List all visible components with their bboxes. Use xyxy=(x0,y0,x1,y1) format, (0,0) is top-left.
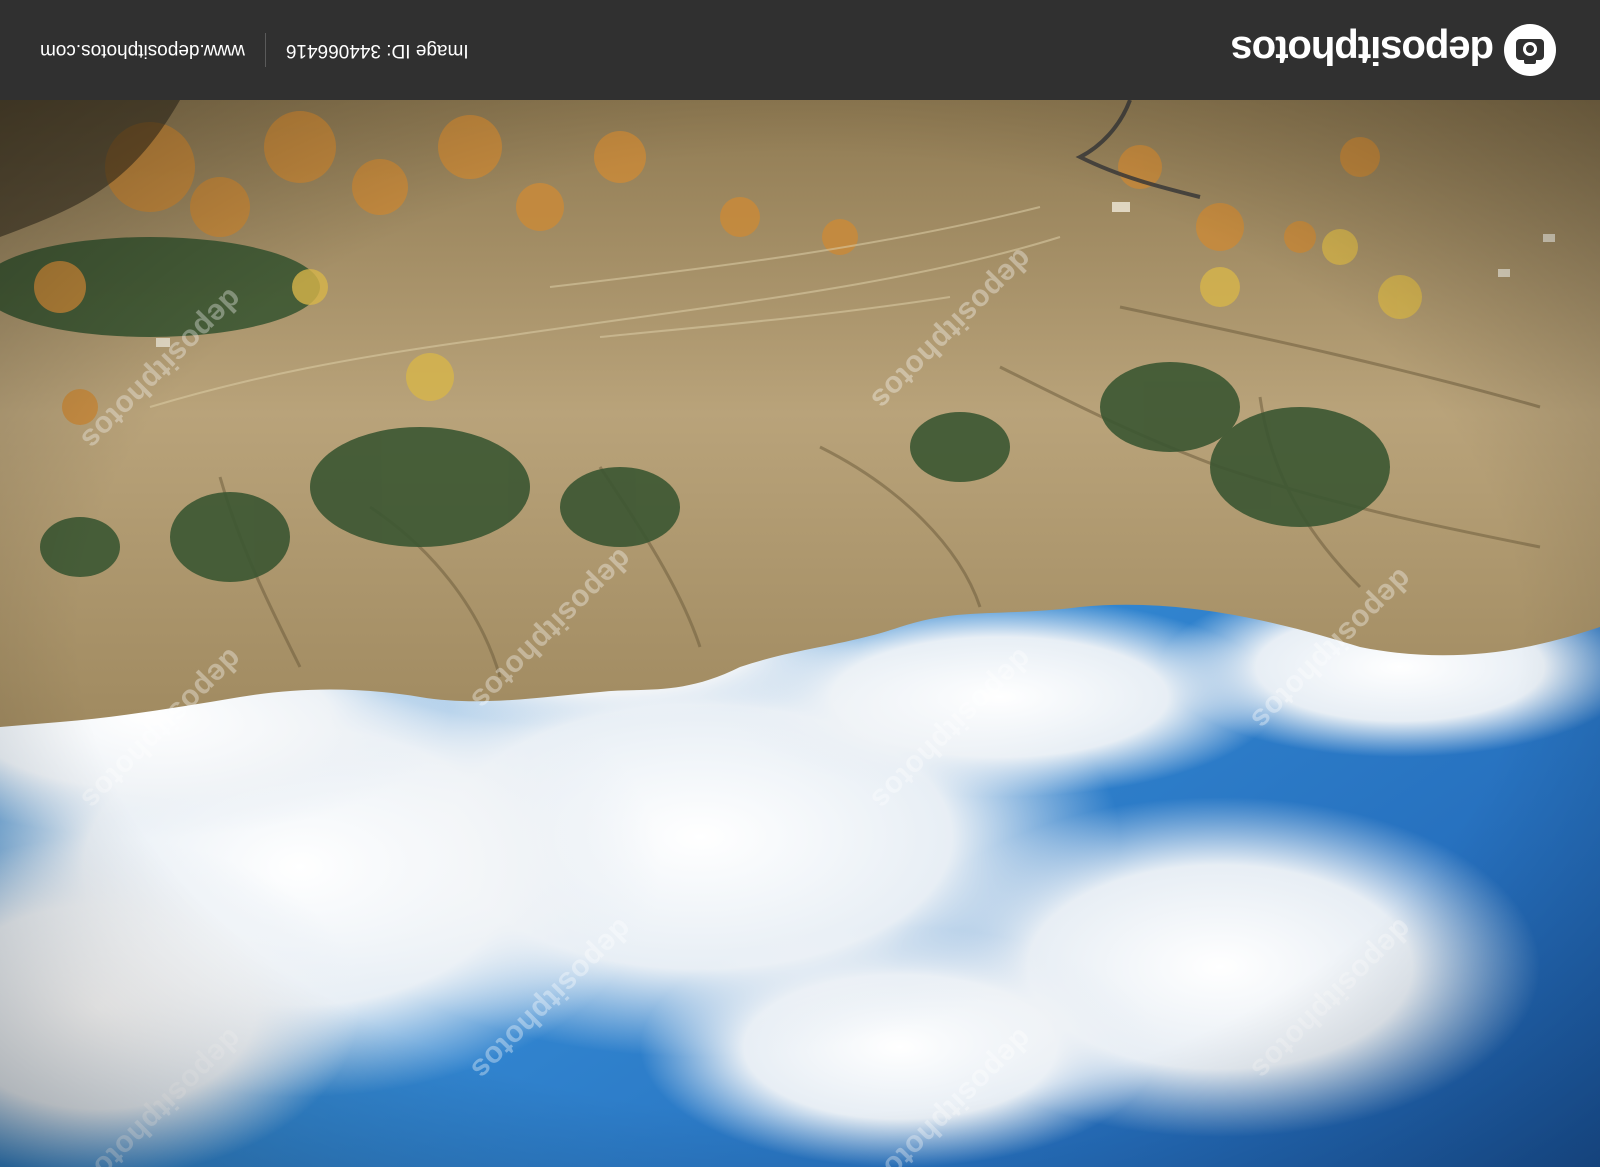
image-meta: Image ID: 344066416 www.depositphotos.co… xyxy=(40,0,469,100)
meta-divider xyxy=(264,33,266,67)
depositphotos-logo[interactable]: depositphotos xyxy=(1231,22,1558,78)
branding-bar: depositphotos Image ID: 344066416 www.de… xyxy=(0,0,1600,100)
camera-icon xyxy=(1502,22,1558,78)
page: depositphotos depositphotos depositphoto… xyxy=(0,0,1600,1167)
logo-wordmark: depositphotos xyxy=(1231,28,1494,73)
vignette xyxy=(0,100,1600,1167)
rotated-frame: depositphotos depositphotos depositphoto… xyxy=(0,0,1600,1167)
landscape-photo-graphic: depositphotos depositphotos depositphoto… xyxy=(0,100,1600,1167)
stock-photo: depositphotos depositphotos depositphoto… xyxy=(0,100,1600,1167)
image-id-label: Image ID: 344066416 xyxy=(285,40,469,61)
site-url-link[interactable]: www.depositphotos.com xyxy=(40,39,245,61)
